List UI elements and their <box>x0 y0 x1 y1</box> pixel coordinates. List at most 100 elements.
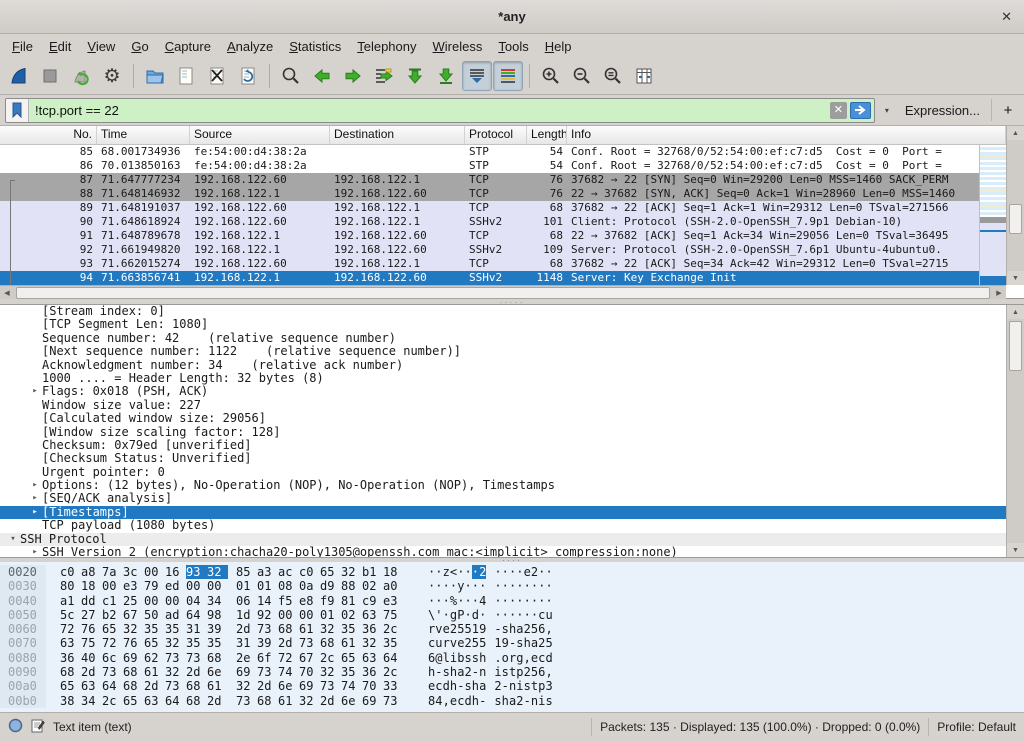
column-header-time[interactable]: Time <box>97 126 190 144</box>
hex-row-0030[interactable]: 0030801800e379ed00000101080ad98802a0····… <box>0 579 1024 593</box>
filter-history-dropdown[interactable]: ▾ <box>880 100 894 121</box>
detail-line-1[interactable]: [TCP Segment Len: 1080] <box>0 318 1006 331</box>
intelligent-scrollbar-minimap[interactable] <box>979 145 1006 285</box>
restart-capture-button[interactable] <box>66 61 96 91</box>
scroll-up-icon[interactable]: ▲ <box>1007 305 1024 319</box>
close-window-button[interactable]: ✕ <box>1001 9 1012 25</box>
column-header-length[interactable]: Length <box>527 126 567 144</box>
first-packet-button[interactable] <box>400 61 430 91</box>
packet-row-93[interactable]: 9371.662015274192.168.122.60192.168.122.… <box>0 257 979 271</box>
zoom-in-button[interactable] <box>536 61 566 91</box>
expression-button[interactable]: Expression... <box>899 103 986 118</box>
detail-line-7[interactable]: Window size value: 227 <box>0 399 1006 412</box>
hex-row-00a0[interactable]: 00a0656364682d736861322d6e6973747033ecdh… <box>0 679 1024 693</box>
scroll-down-icon[interactable]: ▼ <box>1007 271 1024 285</box>
scroll-up-icon[interactable]: ▲ <box>1007 126 1024 140</box>
detail-line-15[interactable]: ▸[Timestamps] <box>0 506 1006 519</box>
scroll-thumb[interactable] <box>16 287 990 299</box>
find-packet-button[interactable] <box>276 61 306 91</box>
detail-line-0[interactable]: [Stream index: 0] <box>0 305 1006 318</box>
hex-row-0070[interactable]: 0070637572766532353531392d7368613235curv… <box>0 636 1024 650</box>
packet-list-hscrollbar[interactable]: ◀ ▶ <box>0 285 1006 299</box>
menu-wireless[interactable]: Wireless <box>425 36 491 57</box>
hex-row-0080[interactable]: 008036406c69627373682e6f72672c6563646@li… <box>0 651 1024 665</box>
hex-row-00b0[interactable]: 00b038342c656364682d736861322d6e697384,e… <box>0 694 1024 708</box>
previous-packet-button[interactable] <box>307 61 337 91</box>
scroll-thumb[interactable] <box>1009 321 1022 371</box>
detail-line-14[interactable]: ▸[SEQ/ACK analysis] <box>0 492 1006 505</box>
add-filter-button[interactable]: + <box>997 101 1019 120</box>
status-profile[interactable]: Profile: Default <box>937 720 1016 734</box>
detail-line-6[interactable]: ▸Flags: 0x018 (PSH, ACK) <box>0 385 1006 398</box>
zoom-original-button[interactable] <box>598 61 628 91</box>
detail-line-12[interactable]: Urgent pointer: 0 <box>0 466 1006 479</box>
open-file-button[interactable] <box>140 61 170 91</box>
column-header-source[interactable]: Source <box>190 126 330 144</box>
menu-go[interactable]: Go <box>123 36 156 57</box>
scroll-down-icon[interactable]: ▼ <box>1007 543 1024 557</box>
capture-options-button[interactable]: ⚙ <box>97 61 127 91</box>
detail-line-2[interactable]: Sequence number: 42 (relative sequence n… <box>0 332 1006 345</box>
menu-file[interactable]: File <box>4 36 41 57</box>
last-packet-button[interactable] <box>431 61 461 91</box>
packet-row-90[interactable]: 9071.648618924192.168.122.60192.168.122.… <box>0 215 979 229</box>
menu-tools[interactable]: Tools <box>490 36 536 57</box>
detail-line-9[interactable]: [Window size scaling factor: 128] <box>0 426 1006 439</box>
detail-line-3[interactable]: [Next sequence number: 1122 (relative se… <box>0 345 1006 358</box>
hex-row-0090[interactable]: 0090682d736861322d6e697374703235362ch-sh… <box>0 665 1024 679</box>
column-header-destination[interactable]: Destination <box>330 126 465 144</box>
packet-row-88[interactable]: 8871.648146932192.168.122.1192.168.122.6… <box>0 187 979 201</box>
capture-comment-button[interactable] <box>31 718 45 736</box>
detail-line-16[interactable]: TCP payload (1080 bytes) <box>0 519 1006 532</box>
detail-vscrollbar[interactable]: ▲ ▼ <box>1006 305 1024 557</box>
auto-scroll-button[interactable] <box>462 61 492 91</box>
menu-statistics[interactable]: Statistics <box>281 36 349 57</box>
expand-arrow-icon[interactable]: ▸ <box>28 492 42 505</box>
detail-line-18[interactable]: ▸SSH Version 2 (encryption:chacha20-poly… <box>0 546 1006 558</box>
goto-packet-button[interactable] <box>369 61 399 91</box>
packet-row-89[interactable]: 8971.648191037192.168.122.60192.168.122.… <box>0 201 979 215</box>
resize-columns-button[interactable] <box>629 61 659 91</box>
packet-row-87[interactable]: 8771.647777234192.168.122.60192.168.122.… <box>0 173 979 187</box>
expand-arrow-icon[interactable]: ▸ <box>28 546 42 558</box>
packet-list-vscrollbar[interactable]: ▲ ▼ <box>1006 126 1024 285</box>
scroll-thumb[interactable] <box>1009 204 1022 234</box>
hex-row-0050[interactable]: 00505c27b26750ad64981d92000001026375\'·g… <box>0 608 1024 622</box>
detail-line-10[interactable]: Checksum: 0x79ed [unverified] <box>0 439 1006 452</box>
apply-filter-button[interactable] <box>850 102 871 119</box>
column-header-protocol[interactable]: Protocol <box>465 126 527 144</box>
menu-telephony[interactable]: Telephony <box>349 36 424 57</box>
detail-line-4[interactable]: Acknowledgment number: 34 (relative ack … <box>0 359 1006 372</box>
menu-edit[interactable]: Edit <box>41 36 79 57</box>
detail-line-8[interactable]: [Calculated window size: 29056] <box>0 412 1006 425</box>
scroll-right-icon[interactable]: ▶ <box>992 286 1006 299</box>
menu-help[interactable]: Help <box>537 36 580 57</box>
scroll-left-icon[interactable]: ◀ <box>0 286 14 299</box>
hex-row-0020[interactable]: 0020c0a87a3c0016933285a3acc06532b118··z<… <box>0 565 1024 579</box>
packet-row-91[interactable]: 9171.648789678192.168.122.1192.168.122.6… <box>0 229 979 243</box>
detail-line-13[interactable]: ▸Options: (12 bytes), No-Operation (NOP)… <box>0 479 1006 492</box>
close-file-button[interactable] <box>202 61 232 91</box>
save-file-button[interactable] <box>171 61 201 91</box>
expand-arrow-icon[interactable]: ▸ <box>28 506 42 519</box>
column-header-info[interactable]: Info <box>567 126 1006 144</box>
filter-bookmark-button[interactable] <box>6 99 29 122</box>
collapse-arrow-icon[interactable]: ▾ <box>6 533 20 546</box>
detail-line-5[interactable]: 1000 .... = Header Length: 32 bytes (8) <box>0 372 1006 385</box>
detail-line-11[interactable]: [Checksum Status: Unverified] <box>0 452 1006 465</box>
zoom-out-button[interactable] <box>567 61 597 91</box>
stop-capture-button[interactable] <box>35 61 65 91</box>
menu-capture[interactable]: Capture <box>157 36 219 57</box>
menu-view[interactable]: View <box>79 36 123 57</box>
packet-row-92[interactable]: 9271.661949820192.168.122.1192.168.122.6… <box>0 243 979 257</box>
expert-info-button[interactable] <box>8 718 23 736</box>
packet-row-94[interactable]: 9471.663856741192.168.122.1192.168.122.6… <box>0 271 979 285</box>
detail-line-17[interactable]: ▾SSH Protocol <box>0 533 1006 546</box>
expand-arrow-icon[interactable]: ▸ <box>28 385 42 398</box>
hex-row-0040[interactable]: 0040a1ddc125000004340614f5e8f981c9e3···%… <box>0 594 1024 608</box>
reload-file-button[interactable] <box>233 61 263 91</box>
expand-arrow-icon[interactable]: ▸ <box>28 479 42 492</box>
hex-row-0060[interactable]: 006072766532353531392d7368613235362crve2… <box>0 622 1024 636</box>
packet-row-85[interactable]: 8568.001734936fe:54:00:d4:38:2aSTP54Conf… <box>0 145 979 159</box>
packet-row-86[interactable]: 8670.013850163fe:54:00:d4:38:2aSTP54Conf… <box>0 159 979 173</box>
